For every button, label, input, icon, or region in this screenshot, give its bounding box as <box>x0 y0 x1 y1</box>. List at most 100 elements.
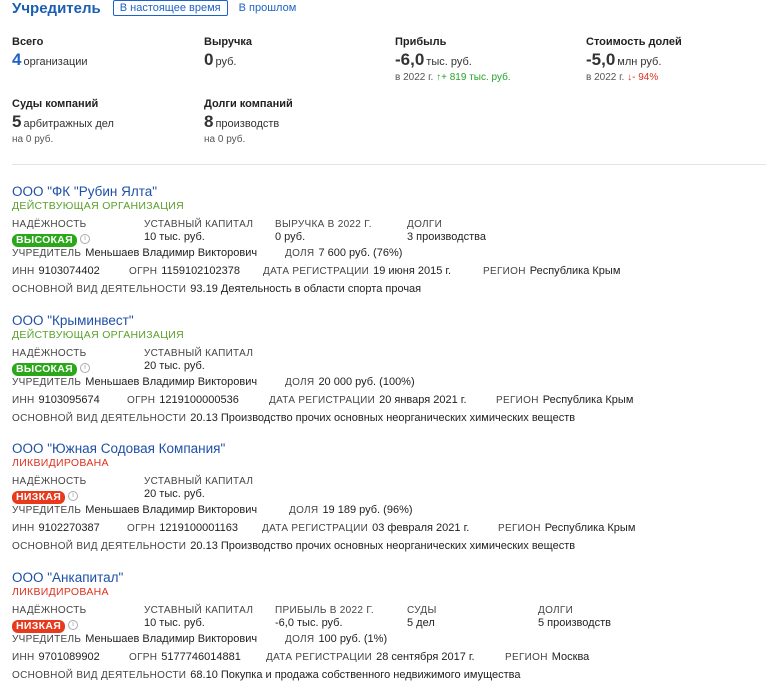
share-value: 19 189 руб. (96%) <box>322 504 413 516</box>
activity-value: 68.10 Покупка и продажа собственного нед… <box>190 669 521 681</box>
region-label: РЕГИОН <box>483 266 526 277</box>
capital-label: УСТАВНЫЙ КАПИТАЛ <box>144 605 254 616</box>
share-label: ДОЛЯ <box>285 248 315 259</box>
inn-value: 9103095674 <box>38 394 100 406</box>
stat-shares-year: в 2022 г. <box>586 72 625 83</box>
debts-value: 3 производства <box>407 231 486 243</box>
stat-shares-value: -5,0 <box>586 50 616 69</box>
stat-profit-year: в 2022 г. <box>395 72 434 83</box>
activity-label: ОСНОВНОЙ ВИД ДЕЯТЕЛЬНОСТИ <box>12 670 187 681</box>
stat-total-value[interactable]: 4 <box>12 50 21 69</box>
founder-label: УЧРЕДИТЕЛЬ <box>12 377 82 388</box>
stat-debts-sub: на 0 руб. <box>204 134 246 145</box>
share-value: 100 руб. (1%) <box>318 633 388 645</box>
share-label: ДОЛЯ <box>289 505 319 516</box>
revenue-label: ВЫРУЧКА В 2022 Г. <box>275 219 372 230</box>
stat-courts-unit: арбитражных дел <box>23 118 114 130</box>
stat-shares-unit: млн руб. <box>617 56 662 68</box>
founder-label: УЧРЕДИТЕЛЬ <box>12 634 82 645</box>
share-label: ДОЛЯ <box>285 634 315 645</box>
inn-label: ИНН <box>12 395 35 406</box>
reg-date-label: ДАТА РЕГИСТРАЦИИ <box>269 395 376 406</box>
tab-past[interactable]: В прошлом <box>232 0 304 16</box>
stat-debts-unit: производств <box>215 118 280 130</box>
reliability-label: НАДЁЖНОСТЬ <box>12 476 87 487</box>
courts-value: 5 дел <box>407 617 435 629</box>
stat-profit: Прибыль -6,0 тыс. руб. в 2022 г. ↑+ 819 т… <box>395 36 575 83</box>
stat-revenue-unit: руб. <box>215 56 237 68</box>
info-icon[interactable]: i <box>80 233 90 244</box>
inn-label: ИНН <box>12 266 35 277</box>
stat-revenue-value: 0 <box>204 50 214 69</box>
founder-value: Меньшаев Владимир Викторович <box>85 376 258 388</box>
company-name-link[interactable]: ООО "Крыминвест" <box>12 313 766 329</box>
founder-label: УЧРЕДИТЕЛЬ <box>12 248 82 259</box>
founder-label: УЧРЕДИТЕЛЬ <box>12 505 82 516</box>
stat-shares: Стоимость долей -5,0 млн руб. в 2022 г. ↓… <box>586 36 766 83</box>
reliability-label: НАДЁЖНОСТЬ <box>12 348 87 359</box>
ogrn-label: ОГРН <box>129 266 158 277</box>
stat-debts: Долги компаний 8 производств на 0 руб. <box>204 98 384 145</box>
capital-value: 10 тыс. руб. <box>144 617 205 629</box>
inn-value: 9701089902 <box>38 651 100 663</box>
region-value: Республика Крым <box>542 394 634 406</box>
stat-revenue-label: Выручка <box>204 36 253 48</box>
company-card: ООО "Крыминвест" ДЕЙСТВУЮЩАЯ ОРГАНИЗАЦИЯ… <box>12 313 766 426</box>
divider <box>12 164 766 165</box>
info-icon[interactable]: i <box>68 619 79 630</box>
inn-label: ИНН <box>12 523 35 534</box>
ogrn-label: ОГРН <box>129 652 158 663</box>
company-name-link[interactable]: ООО "Южная Содовая Компания" <box>12 441 766 457</box>
region-value: Москва <box>551 651 590 663</box>
company-card: ООО "Анкапитал" ЛИКВИДИРОВАНА НАДЁЖНОСТЬ… <box>12 570 766 683</box>
ogrn-value: 1159102102378 <box>161 265 241 277</box>
stat-profit-change: + 819 тыс. руб. <box>441 72 511 83</box>
region-value: Республика Крым <box>529 265 621 277</box>
company-name-link[interactable]: ООО "ФК "Рубин Ялта" <box>12 184 766 200</box>
stat-profit-unit: тыс. руб. <box>426 56 472 68</box>
region-label: РЕГИОН <box>498 523 541 534</box>
section-title: Учредитель <box>12 0 101 17</box>
reg-date-value: 19 июня 2015 г. <box>373 265 452 277</box>
profit-label: ПРИБЫЛЬ В 2022 Г. <box>275 605 374 616</box>
reg-date-label: ДАТА РЕГИСТРАЦИИ <box>263 266 370 277</box>
inn-label: ИНН <box>12 652 35 663</box>
reg-date-label: ДАТА РЕГИСТРАЦИИ <box>266 652 373 663</box>
stat-profit-label: Прибыль <box>395 36 447 48</box>
stat-courts-value: 5 <box>12 112 22 131</box>
tab-current[interactable]: В настоящее время <box>112 0 228 16</box>
info-icon[interactable]: i <box>80 362 90 373</box>
info-icon[interactable]: i <box>68 490 79 501</box>
ogrn-value: 1219100000536 <box>159 394 239 406</box>
region-value: Республика Крым <box>544 522 636 534</box>
stat-debts-value: 8 <box>204 112 214 131</box>
revenue-value: 0 руб. <box>275 231 306 243</box>
stat-total-unit: организации <box>23 56 88 68</box>
company-name-link[interactable]: ООО "Анкапитал" <box>12 570 766 586</box>
stat-courts: Суды компаний 5 арбитражных дел на 0 руб. <box>12 98 192 145</box>
stat-total: Всего 4 организации <box>12 36 192 71</box>
founder-value: Меньшаев Владимир Викторович <box>85 247 258 259</box>
reg-date-value: 03 февраля 2021 г. <box>372 522 470 534</box>
reliability-label: НАДЁЖНОСТЬ <box>12 605 87 616</box>
reg-date-label: ДАТА РЕГИСТРАЦИИ <box>262 523 369 534</box>
region-label: РЕГИОН <box>496 395 539 406</box>
stat-profit-value: -6,0 <box>395 50 425 69</box>
activity-value: 20.13 Производство прочих основных неорг… <box>190 412 576 424</box>
activity-label: ОСНОВНОЙ ВИД ДЕЯТЕЛЬНОСТИ <box>12 541 187 552</box>
company-status: ДЕЙСТВУЮЩАЯ ОРГАНИЗАЦИЯ <box>12 329 185 341</box>
ogrn-label: ОГРН <box>127 395 156 406</box>
ogrn-label: ОГРН <box>127 523 156 534</box>
share-value: 7 600 руб. (76%) <box>318 247 403 259</box>
stat-debts-label: Долги компаний <box>204 98 293 110</box>
stat-courts-sub: на 0 руб. <box>12 134 54 145</box>
activity-value: 93.19 Деятельность в области спорта проч… <box>190 283 422 295</box>
stat-shares-label: Стоимость долей <box>586 36 682 48</box>
activity-label: ОСНОВНОЙ ВИД ДЕЯТЕЛЬНОСТИ <box>12 413 187 424</box>
share-label: ДОЛЯ <box>285 377 315 388</box>
capital-label: УСТАВНЫЙ КАПИТАЛ <box>144 476 254 487</box>
debts-value: 5 производств <box>538 617 611 629</box>
stat-revenue: Выручка 0 руб. <box>204 36 384 71</box>
ogrn-value: 5177746014881 <box>161 651 241 663</box>
reg-date-value: 20 января 2021 г. <box>379 394 467 406</box>
